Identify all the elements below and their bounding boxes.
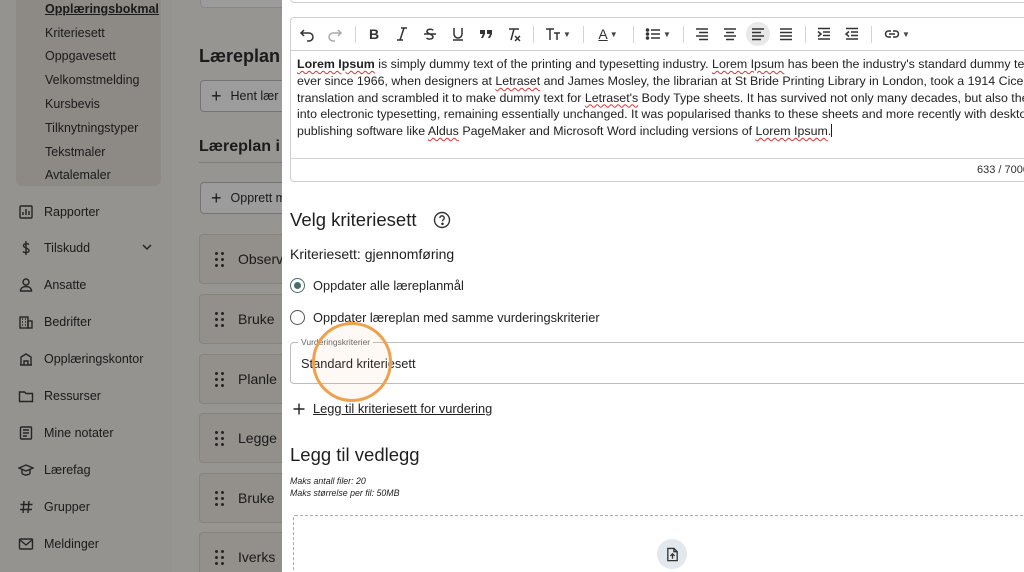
editor-line[interactable]: Lorem Ipsum is simply dummy text of the …	[297, 56, 1024, 73]
editor-footer: 633 / 7000	[291, 158, 1024, 182]
text-caret	[831, 124, 833, 138]
editor-text: Body Type sheets. It has survived not on…	[638, 90, 1024, 105]
editor-text: PageMaker and Microsoft Word including v…	[458, 124, 756, 139]
bold-icon[interactable]: B	[364, 23, 384, 45]
editor-line[interactable]: ever since 1966, when designers at Letra…	[297, 73, 1024, 90]
toolbar-divider	[533, 26, 534, 43]
criteria-set-subtitle: Kriteriesett: gjennomføring	[290, 246, 455, 262]
character-count: 633 / 7000	[977, 164, 1024, 176]
radio-label: Oppdater læreplan med samme vurderingskr…	[313, 310, 600, 325]
radio-update-all[interactable]: Oppdater alle læreplanmål	[290, 278, 464, 293]
spellcheck-word: Lorem Ipsum	[712, 57, 785, 71]
underline-icon[interactable]	[448, 23, 468, 45]
add-criteria-set-link[interactable]: Legg til kriteriesett for vurdering	[292, 401, 492, 416]
strikethrough-icon[interactable]	[420, 23, 440, 45]
plus-icon	[293, 403, 305, 414]
editor-text: and James Mosley, the librarian at St Br…	[540, 73, 1024, 88]
attachments-section-title: Legg til vedlegg	[290, 444, 420, 465]
assessment-criteria-select[interactable]: Vurderingskriterier Standard kriterieset…	[290, 337, 1024, 384]
editor-text: ever since 1966, when designers at	[297, 73, 496, 88]
align-right-icon[interactable]	[692, 23, 712, 45]
align-left-icon[interactable]	[746, 22, 770, 46]
outdent-icon[interactable]	[842, 23, 862, 45]
select-value: Standard kriteriesett	[301, 356, 416, 371]
indent-icon[interactable]	[814, 23, 834, 45]
toolbar-divider	[683, 26, 684, 43]
link-label: Legg til kriteriesett for vurdering	[313, 401, 493, 416]
editor-line[interactable]: into electronic typesetting, remaining e…	[297, 106, 1024, 123]
spellcheck-word: Aldus	[427, 124, 459, 139]
spellcheck-word: Lorem Ipsum	[755, 124, 828, 139]
editor-content[interactable]: Lorem Ipsum is simply dummy text of the …	[297, 56, 1024, 140]
quote-icon[interactable]	[476, 23, 496, 45]
list-icon[interactable]: ▼	[642, 23, 674, 45]
editor-toolbar: B ▼ A ▼ ▼ ▼	[291, 18, 1024, 51]
redo-icon[interactable]	[325, 23, 345, 45]
spellcheck-word: Lorem Ipsum	[297, 57, 375, 71]
previous-field[interactable]	[290, 0, 1024, 3]
italic-icon[interactable]	[392, 23, 412, 45]
help-icon[interactable]	[433, 211, 451, 229]
editor-text: publishing software like	[297, 124, 428, 139]
text-size-icon[interactable]: ▼	[542, 23, 574, 45]
upload-file-icon[interactable]	[657, 539, 687, 569]
file-dropzone[interactable]	[293, 515, 1024, 572]
editor-text: has been the industry's standard dummy t…	[784, 57, 1024, 71]
align-justify-icon[interactable]	[776, 23, 796, 45]
editor-text: translation and scrambled it to make dum…	[297, 90, 585, 105]
toolbar-divider	[583, 26, 584, 43]
toolbar-divider	[805, 26, 806, 43]
clear-format-icon[interactable]	[504, 23, 524, 45]
max-size-note: Maks størrelse per fil: 50MB	[290, 488, 400, 498]
rich-text-editor[interactable]: B ▼ A ▼ ▼ ▼ Lorem Ipsum is simply dummy t…	[290, 17, 1024, 182]
select-floating-label: Vurderingskriterier	[298, 337, 374, 347]
radio-label: Oppdater alle læreplanmål	[313, 278, 464, 293]
radio-update-same-criteria[interactable]: Oppdater læreplan med samme vurderingskr…	[290, 310, 600, 325]
spellcheck-word: Letraset	[495, 73, 541, 88]
editor-text: is simply dummy text of the printing and…	[374, 57, 713, 71]
editor-text: into electronic typesetting, remaining e…	[297, 107, 1024, 122]
criteria-section-title: Velg kriteriesett	[290, 209, 417, 230]
toolbar-divider	[871, 26, 872, 43]
editor-line[interactable]: translation and scrambled it to make dum…	[297, 90, 1024, 107]
radio-button[interactable]	[290, 310, 305, 325]
edit-drawer: B ▼ A ▼ ▼ ▼ Lorem Ipsum is simply dummy t…	[282, 0, 1024, 572]
toolbar-divider	[633, 26, 634, 43]
text-color-icon[interactable]: A ▼	[592, 23, 624, 45]
radio-button-checked[interactable]	[290, 278, 305, 293]
toolbar-divider	[355, 26, 356, 43]
spellcheck-word: Letraset's	[584, 90, 639, 105]
align-center-icon[interactable]	[720, 23, 740, 45]
undo-icon[interactable]	[297, 23, 317, 45]
editor-line[interactable]: publishing software like Aldus PageMaker…	[297, 123, 1024, 140]
max-files-note: Maks antall filer: 20	[290, 476, 366, 486]
link-icon[interactable]: ▼	[880, 23, 914, 45]
